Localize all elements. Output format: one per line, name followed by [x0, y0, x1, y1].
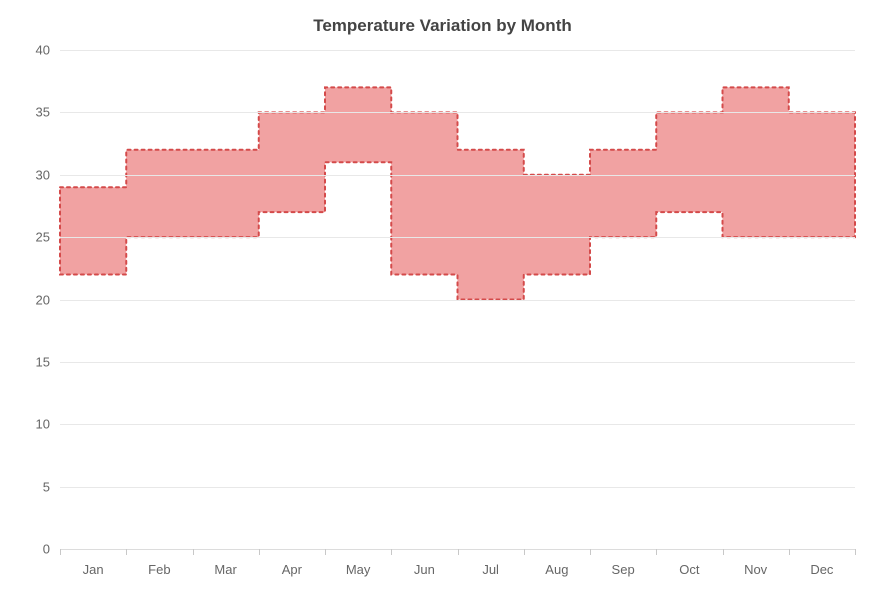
grid-line — [60, 487, 855, 488]
plot-area: 0510152025303540JanFebMarAprMayJunJulAug… — [60, 50, 855, 550]
x-tick-label: Feb — [148, 562, 170, 577]
y-tick-label: 25 — [36, 230, 50, 245]
x-tick — [325, 549, 326, 555]
chart-title: Temperature Variation by Month — [20, 16, 865, 36]
x-tick-label: Sep — [612, 562, 635, 577]
x-tick — [656, 549, 657, 555]
x-tick — [259, 549, 260, 555]
y-tick-label: 15 — [36, 354, 50, 369]
y-tick-label: 30 — [36, 167, 50, 182]
x-tick-label: May — [346, 562, 371, 577]
grid-line — [60, 300, 855, 301]
x-tick-label: Jan — [83, 562, 104, 577]
plot-region: 0510152025303540JanFebMarAprMayJunJulAug… — [60, 50, 855, 550]
grid-line — [60, 424, 855, 425]
x-tick-label: Jul — [482, 562, 499, 577]
x-tick — [60, 549, 61, 555]
x-tick — [855, 549, 856, 555]
x-tick — [590, 549, 591, 555]
x-tick — [391, 549, 392, 555]
x-tick — [789, 549, 790, 555]
y-tick-label: 35 — [36, 105, 50, 120]
grid-line — [60, 50, 855, 51]
x-tick-label: Mar — [214, 562, 236, 577]
x-tick-label: Dec — [810, 562, 833, 577]
y-tick-label: 10 — [36, 417, 50, 432]
y-tick-label: 5 — [43, 479, 50, 494]
grid-line — [60, 362, 855, 363]
x-tick-label: Jun — [414, 562, 435, 577]
grid-line — [60, 112, 855, 113]
chart-container: Temperature Variation by Month 051015202… — [0, 0, 885, 600]
x-tick — [126, 549, 127, 555]
x-tick-label: Apr — [282, 562, 302, 577]
x-tick-label: Oct — [679, 562, 699, 577]
x-tick — [458, 549, 459, 555]
y-tick-label: 40 — [36, 43, 50, 58]
grid-line — [60, 175, 855, 176]
temperature-range-area — [60, 87, 855, 299]
y-tick-label: 20 — [36, 292, 50, 307]
x-tick — [524, 549, 525, 555]
x-tick-label: Nov — [744, 562, 767, 577]
y-tick-label: 0 — [43, 542, 50, 557]
x-tick — [193, 549, 194, 555]
x-tick — [723, 549, 724, 555]
grid-line — [60, 237, 855, 238]
x-tick-label: Aug — [545, 562, 568, 577]
